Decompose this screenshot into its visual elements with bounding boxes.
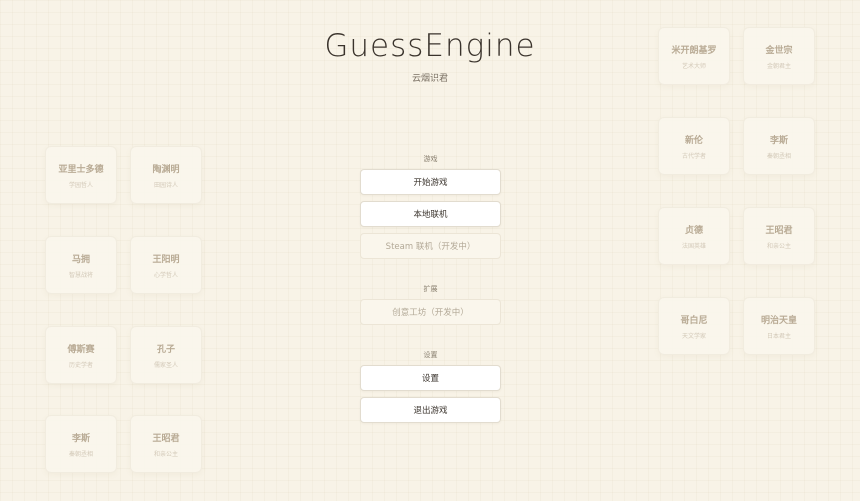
character-name: 贞德 [684,225,703,236]
character-card: 贞德 法国英雄 [658,207,730,265]
character-name: 马拥 [71,254,90,265]
character-card: 李斯 秦朝丞相 [743,117,815,175]
character-name: 亚里士多德 [58,164,104,175]
character-title: 天文学家 [681,332,706,340]
character-name: 傅斯赛 [67,344,95,355]
character-title: 法国英雄 [681,242,706,250]
character-card: 金世宗 金朝君主 [743,27,815,85]
section-label-game: 游戏 [423,155,438,163]
character-card: 马拥 智慧战将 [45,236,117,294]
character-title: 心学哲人 [153,271,178,279]
character-title: 儒家圣人 [153,361,178,369]
character-title: 历史学者 [68,361,93,369]
character-title: 古代学者 [681,152,706,160]
character-card: 米开朗基罗 艺术大师 [658,27,730,85]
character-name: 王阳明 [152,254,180,265]
character-title: 和亲公主 [153,450,178,458]
character-card: 哥白尼 天文学家 [658,297,730,355]
character-name: 米开朗基罗 [671,45,717,56]
local-multiplayer-button[interactable]: 本地联机 [360,201,501,227]
character-title: 学园哲人 [68,181,93,189]
character-name: 陶渊明 [152,164,180,175]
character-card: 孔子 儒家圣人 [130,326,202,384]
section-label-extend: 扩展 [423,285,438,293]
character-name: 哥白尼 [680,315,708,326]
character-card: 明治天皇 日本君主 [743,297,815,355]
character-title: 日本君主 [766,332,791,340]
character-title: 秦朝丞相 [68,450,93,458]
character-title: 艺术大师 [681,62,706,70]
character-title: 秦朝丞相 [766,152,791,160]
character-name: 新伦 [684,135,703,146]
steam-multiplayer-button: Steam 联机（开发中） [360,233,501,259]
character-name: 王昭君 [152,433,180,444]
character-title: 智慧战将 [68,271,93,279]
character-card: 王昭君 和亲公主 [743,207,815,265]
character-name: 李斯 [769,135,788,146]
character-card: 陶渊明 田园诗人 [130,146,202,204]
settings-button[interactable]: 设置 [360,365,501,391]
game-title: GuessEngine [324,28,536,64]
character-title: 金朝君主 [766,62,791,70]
character-name: 金世宗 [765,45,793,56]
workshop-button: 创意工坊（开发中） [360,299,501,325]
character-title: 和亲公主 [766,242,791,250]
character-card: 傅斯赛 历史学者 [45,326,117,384]
character-card: 新伦 古代学者 [658,117,730,175]
character-card: 王阳明 心学哲人 [130,236,202,294]
character-card: 王昭君 和亲公主 [130,415,202,473]
exit-game-button[interactable]: 退出游戏 [360,397,501,423]
game-subtitle: 云烟识君 [411,74,448,84]
character-card: 亚里士多德 学园哲人 [45,146,117,204]
start-game-button[interactable]: 开始游戏 [360,169,501,195]
section-label-settings: 设置 [423,351,438,359]
character-title: 田园诗人 [153,181,178,189]
character-name: 明治天皇 [760,315,797,326]
character-name: 李斯 [71,433,90,444]
character-name: 孔子 [156,344,175,355]
character-card: 李斯 秦朝丞相 [45,415,117,473]
character-name: 王昭君 [765,225,793,236]
